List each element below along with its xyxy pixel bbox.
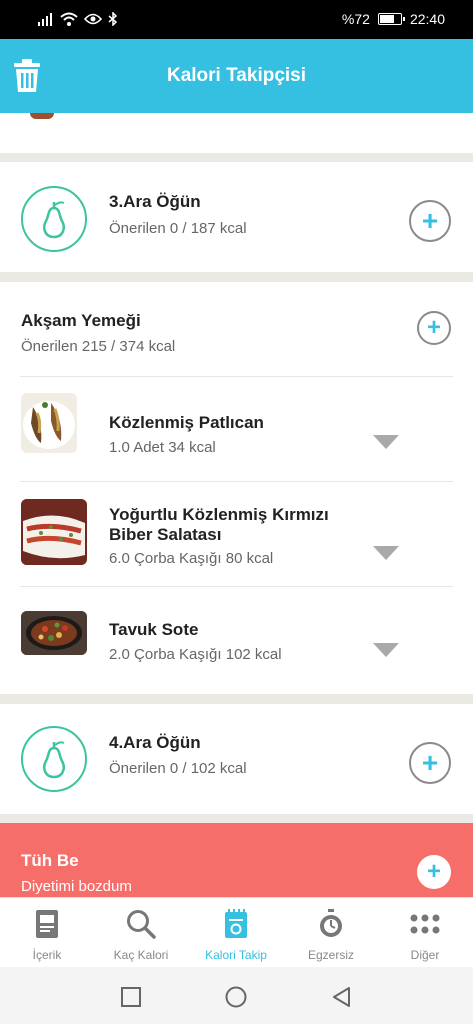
bluetooth-icon [108,12,118,26]
meal-card-snack3: 3.Ara Öğün Önerilen 0 / 187 kcal + [0,162,473,272]
bottom-navigation: İçerik Kaç Kalori Kalori Takip Egzersiz … [0,897,473,967]
document-icon [30,908,64,940]
food-item[interactable]: Tavuk Sote 2.0 Çorba Kaşığı 102 kcal [0,587,473,691]
food-name-line2: Biber Salatası [109,525,222,544]
previous-meal-card [0,113,473,153]
page-title: Kalori Takipçisi [166,65,307,86]
nav-label: Kaç Kalori [113,948,169,962]
nav-item-exercise[interactable]: Egzersiz [284,898,378,968]
stopwatch-icon [314,908,348,940]
food-portion: 1.0 Adet 34 kcal [109,439,216,456]
circle-icon[interactable] [224,985,248,1009]
food-portion: 6.0 Çorba Kaşığı 80 kcal [109,550,274,567]
app-bar: Kalori Takipçisi [0,39,473,113]
food-name: Yoğurtlu Közlenmiş Kırmızı Biber Salatas… [109,505,329,545]
pear-icon [21,726,87,792]
cheat-day-card[interactable]: Tüh Be Diyetimi bozdum + [0,823,473,897]
meal-card-dinner: Akşam Yemeği Önerilen 215 / 374 kcal + K… [0,282,473,694]
add-snack4-button[interactable]: + [409,742,451,784]
clock: 22:40 [409,11,445,27]
cheat-subtitle: Diyetimi bozdum [21,878,132,895]
meal-subtitle: Önerilen 0 / 102 kcal [109,760,247,777]
battery-icon [377,13,405,25]
food-name: Tavuk Sote [109,620,199,639]
food-image [21,611,87,655]
food-name-line1: Yoğurtlu Közlenmiş Kırmızı [109,505,329,524]
pear-icon [21,186,87,252]
meal-card-snack4: 4.Ara Öğün Önerilen 0 / 102 kcal + [0,704,473,814]
meal-title: 3.Ara Öğün [109,192,201,211]
nav-item-content[interactable]: İçerik [0,898,94,968]
nav-label: Egzersiz [307,948,354,962]
meal-list[interactable]: 3.Ara Öğün Önerilen 0 / 187 kcal + Akşam… [0,113,473,897]
meal-title: Akşam Yemeği [21,311,141,330]
back-triangle-icon[interactable] [330,985,354,1009]
nav-label: Kalori Takip [205,948,267,962]
chevron-down-icon[interactable] [373,435,399,449]
wifi-icon [60,12,78,26]
nav-item-calorie-search[interactable]: Kaç Kalori [94,898,188,968]
nav-item-calorie-tracker[interactable]: Kalori Takip [189,898,283,968]
nav-item-other[interactable]: Diğer [378,898,472,968]
system-navigation-bar [0,967,473,1024]
food-portion: 2.0 Çorba Kaşığı 102 kcal [109,646,282,663]
food-name: Közlenmiş Patlıcan [109,413,264,432]
food-item[interactable]: Yoğurtlu Közlenmiş Kırmızı Biber Salatas… [0,482,473,586]
chevron-down-icon[interactable] [373,546,399,560]
signal-icon [38,13,52,26]
food-image [21,499,87,565]
notepad-icon [219,908,253,940]
nav-label: Diğer [410,948,440,962]
nav-label: İçerik [32,948,62,962]
chevron-down-icon[interactable] [373,643,399,657]
food-image [21,393,77,453]
battery-percent: %72 [341,11,370,27]
square-icon[interactable] [119,985,143,1009]
food-item[interactable]: Közlenmiş Patlıcan 1.0 Adet 34 kcal [0,377,473,481]
eye-icon [84,13,102,25]
food-thumbnail-partial [30,113,54,119]
search-icon [124,908,158,940]
status-bar: %72 22:40 [0,0,473,39]
meal-subtitle: Önerilen 215 / 374 kcal [21,338,176,355]
add-cheat-button[interactable]: + [417,855,451,889]
add-dinner-button[interactable]: + [417,311,451,345]
add-snack3-button[interactable]: + [409,200,451,242]
grid-dots-icon [408,908,442,940]
meal-subtitle: Önerilen 0 / 187 kcal [109,220,247,237]
meal-title: 4.Ara Öğün [109,733,201,752]
cheat-title: Tüh Be [21,851,79,870]
